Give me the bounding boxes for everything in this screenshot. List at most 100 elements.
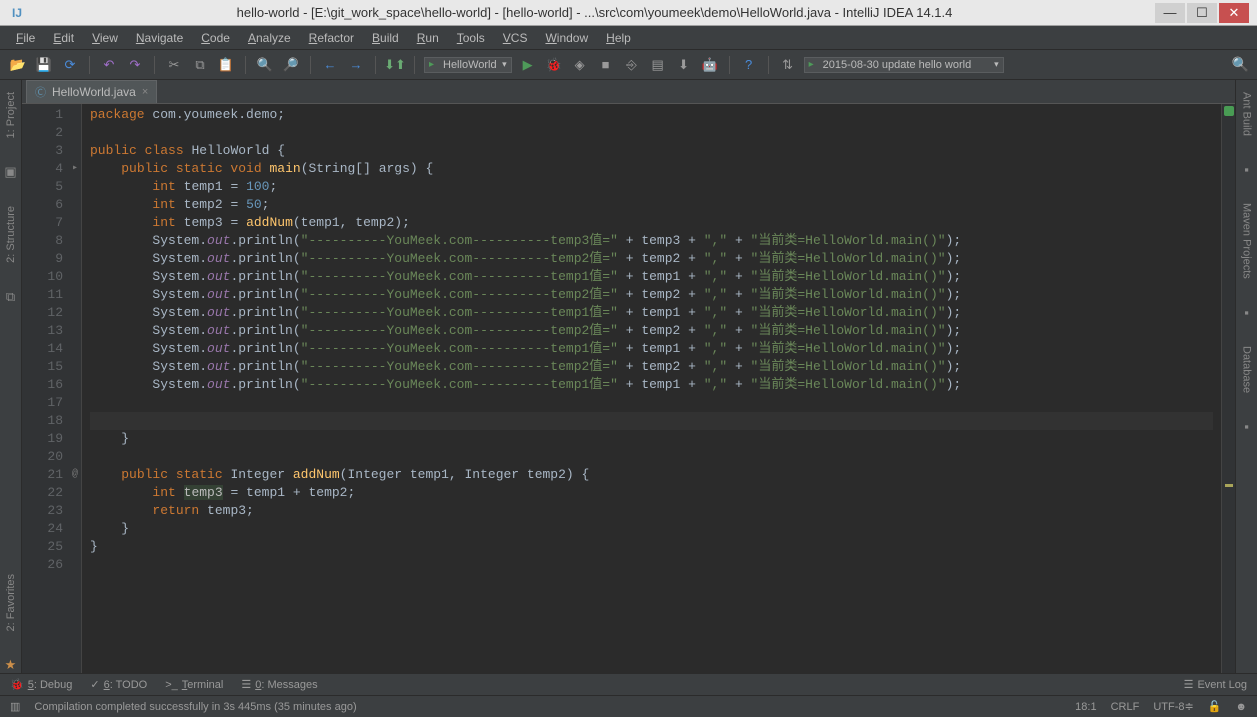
warning-marker[interactable] xyxy=(1225,484,1233,487)
code-line[interactable]: public static void main(String[] args) { xyxy=(90,160,1213,178)
hector-icon[interactable]: ☻ xyxy=(1235,701,1247,713)
menu-view[interactable]: View xyxy=(86,29,124,47)
line-number[interactable]: 4 xyxy=(26,160,63,178)
line-number[interactable]: 24 xyxy=(26,520,63,538)
code-line[interactable] xyxy=(90,124,1213,142)
line-number[interactable]: 15 xyxy=(26,358,63,376)
tool-window-5-debug[interactable]: 🐞5: Debug xyxy=(10,678,72,691)
attach-icon[interactable]: ⎆ xyxy=(622,55,642,75)
editor-body[interactable]: 1234567891011121314151617181920212223242… xyxy=(22,104,1235,673)
run-icon[interactable]: ▶ xyxy=(518,55,538,75)
menu-code[interactable]: Code xyxy=(195,29,236,47)
line-number[interactable]: 19 xyxy=(26,430,63,448)
menu-vcs[interactable]: VCS xyxy=(497,29,534,47)
line-number[interactable]: 20 xyxy=(26,448,63,466)
redo-icon[interactable]: ↷ xyxy=(125,55,145,75)
line-separator[interactable]: CRLF xyxy=(1111,701,1140,713)
line-number[interactable]: 17 xyxy=(26,394,63,412)
find-icon[interactable]: 🔍 xyxy=(255,55,275,75)
menu-refactor[interactable]: Refactor xyxy=(303,29,360,47)
line-number[interactable]: 9 xyxy=(26,250,63,268)
gutter-mark[interactable]: @ xyxy=(72,466,78,484)
code-line[interactable]: System.out.println("----------YouMeek.co… xyxy=(90,358,1213,376)
coverage-icon[interactable]: ◈ xyxy=(570,55,590,75)
maximize-button[interactable]: ☐ xyxy=(1187,3,1217,23)
file-encoding[interactable]: UTF-8≑ xyxy=(1153,700,1193,713)
paste-icon[interactable]: 📋 xyxy=(216,55,236,75)
open-icon[interactable]: 📂 xyxy=(8,55,28,75)
code-line[interactable]: public class HelloWorld { xyxy=(90,142,1213,160)
overview-ruler[interactable] xyxy=(1221,104,1235,673)
menu-run[interactable]: Run xyxy=(411,29,445,47)
code-line[interactable]: System.out.println("----------YouMeek.co… xyxy=(90,340,1213,358)
event-log[interactable]: ☰Event Log xyxy=(1184,678,1247,691)
line-number[interactable]: 14 xyxy=(26,340,63,358)
sync-icon[interactable]: ⟳ xyxy=(60,55,80,75)
line-number[interactable]: 6 xyxy=(26,196,63,214)
code-line[interactable]: System.out.println("----------YouMeek.co… xyxy=(90,268,1213,286)
line-number[interactable]: 10 xyxy=(26,268,63,286)
code-line[interactable]: int temp1 = 100; xyxy=(90,178,1213,196)
code-line[interactable]: } xyxy=(90,538,1213,556)
code-line[interactable]: System.out.println("----------YouMeek.co… xyxy=(90,304,1213,322)
line-number[interactable]: 18 xyxy=(26,412,63,430)
tool-window-database[interactable]: Database xyxy=(1241,340,1253,399)
help-icon[interactable]: ? xyxy=(739,55,759,75)
vcs-update-icon[interactable]: ⇅ xyxy=(778,55,798,75)
menu-help[interactable]: Help xyxy=(600,29,637,47)
save-all-icon[interactable]: 💾 xyxy=(34,55,54,75)
minimize-button[interactable]: — xyxy=(1155,3,1185,23)
line-number[interactable]: 26 xyxy=(26,556,63,574)
code-line[interactable]: int temp3 = temp1 + temp2; xyxy=(90,484,1213,502)
code-line[interactable] xyxy=(90,394,1213,412)
menu-window[interactable]: Window xyxy=(539,29,594,47)
menu-file[interactable]: File xyxy=(10,29,41,47)
line-number[interactable]: 23 xyxy=(26,502,63,520)
code-line[interactable]: System.out.println("----------YouMeek.co… xyxy=(90,376,1213,394)
tool-window-6-todo[interactable]: ✓6: TODO xyxy=(90,678,147,691)
tool-window-terminal[interactable]: >_Terminal xyxy=(165,679,223,691)
copy-icon[interactable]: ⧉ xyxy=(190,55,210,75)
code-line[interactable]: public static Integer addNum(Integer tem… xyxy=(90,466,1213,484)
tool-window-2-structure[interactable]: 2: Structure xyxy=(5,200,17,269)
code-line[interactable] xyxy=(90,556,1213,574)
cursor-position[interactable]: 18:1 xyxy=(1075,701,1096,713)
menu-navigate[interactable]: Navigate xyxy=(130,29,189,47)
line-number[interactable]: 16 xyxy=(26,376,63,394)
line-number[interactable]: 13 xyxy=(26,322,63,340)
tab-close-icon[interactable]: × xyxy=(142,86,148,98)
gutter-mark[interactable]: ▸ xyxy=(72,160,78,178)
tool-window-ant-build[interactable]: Ant Build xyxy=(1241,86,1253,142)
code-line[interactable]: System.out.println("----------YouMeek.co… xyxy=(90,286,1213,304)
line-number[interactable]: 12 xyxy=(26,304,63,322)
code-line[interactable]: } xyxy=(90,430,1213,448)
menu-edit[interactable]: Edit xyxy=(47,29,80,47)
line-number[interactable]: 25 xyxy=(26,538,63,556)
forward-icon[interactable]: → xyxy=(346,55,366,75)
vcs-changelist-select[interactable]: 2015-08-30 update hello world xyxy=(804,57,1004,73)
tool-window-1-project[interactable]: 1: Project xyxy=(5,86,17,144)
back-icon[interactable]: ← xyxy=(320,55,340,75)
code-area[interactable]: package com.youmeek.demo; public class He… xyxy=(82,104,1221,673)
code-line[interactable]: return temp3; xyxy=(90,502,1213,520)
code-line[interactable]: } xyxy=(90,520,1213,538)
code-line[interactable]: System.out.println("----------YouMeek.co… xyxy=(90,322,1213,340)
replace-icon[interactable]: 🔎 xyxy=(281,55,301,75)
line-number[interactable]: 21 xyxy=(26,466,63,484)
editor-tab[interactable]: Ⓒ HelloWorld.java × xyxy=(26,80,157,103)
readonly-toggle-icon[interactable]: 🔓 xyxy=(1208,700,1222,713)
cut-icon[interactable]: ✂ xyxy=(164,55,184,75)
menu-build[interactable]: Build xyxy=(366,29,405,47)
line-number[interactable]: 8 xyxy=(26,232,63,250)
code-line[interactable]: package com.youmeek.demo; xyxy=(90,106,1213,124)
line-number[interactable]: 3 xyxy=(26,142,63,160)
code-line[interactable]: System.out.println("----------YouMeek.co… xyxy=(90,232,1213,250)
menu-tools[interactable]: Tools xyxy=(451,29,491,47)
code-line[interactable] xyxy=(90,448,1213,466)
line-number[interactable]: 2 xyxy=(26,124,63,142)
tool-window-maven-projects[interactable]: Maven Projects xyxy=(1241,197,1253,285)
sdk-icon[interactable]: ⬇ xyxy=(674,55,694,75)
tool-window-2-favorites[interactable]: 2: Favorites xyxy=(5,568,17,637)
undo-icon[interactable]: ↶ xyxy=(99,55,119,75)
code-line[interactable]: int temp2 = 50; xyxy=(90,196,1213,214)
